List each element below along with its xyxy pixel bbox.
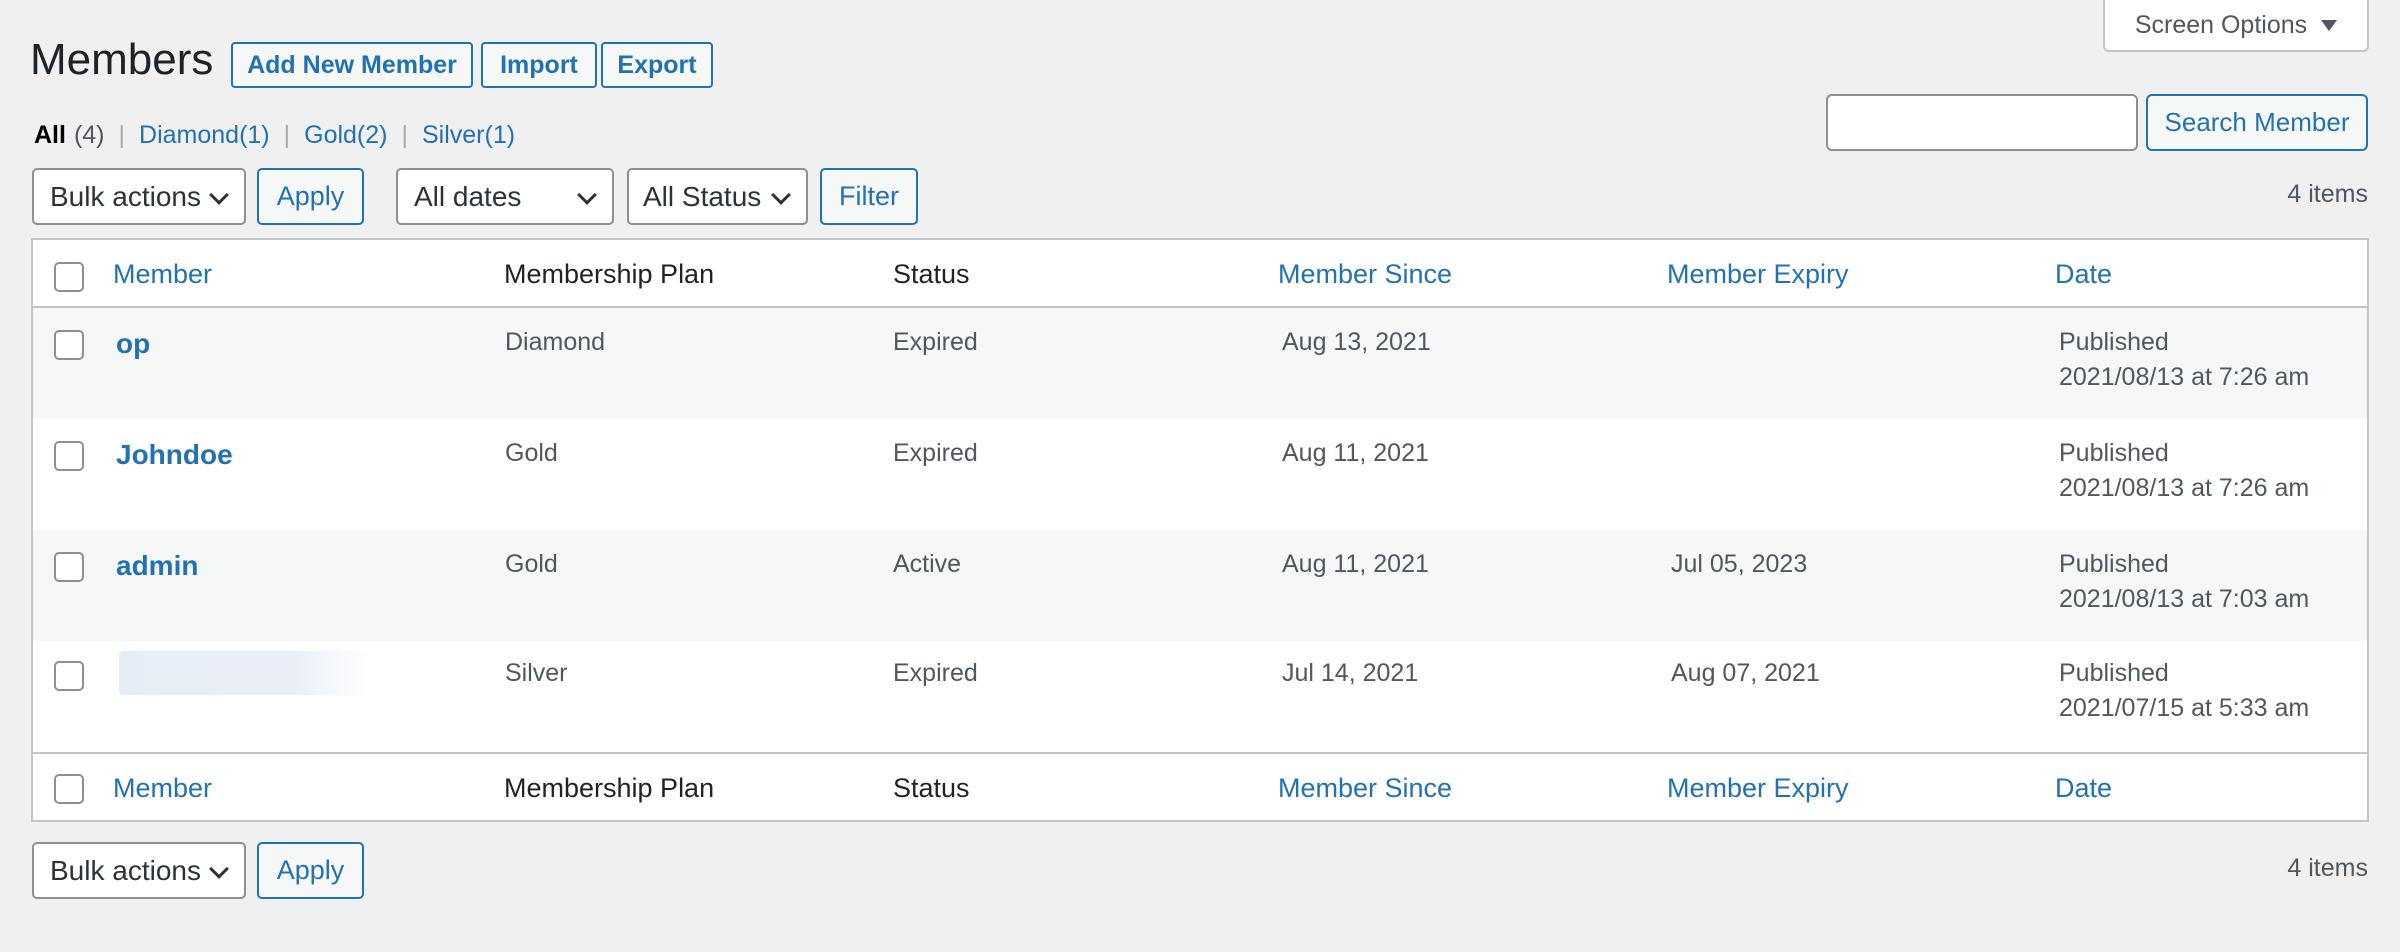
item-count-bottom: 4 items <box>2287 854 2368 882</box>
date-value-cell: 2021/08/13 at 7:26 am <box>2059 474 2310 502</box>
dates-filter-select[interactable]: All dates <box>396 168 614 225</box>
member-views: All (4) | Diamond(1) | Gold(2) | Silver(… <box>34 118 515 152</box>
date-value-cell: 2021/07/15 at 5:33 am <box>2059 694 2310 722</box>
table-header: Member Membership Plan Status Member Sin… <box>33 240 2367 308</box>
view-all-count: (4) <box>73 120 105 149</box>
column-member-expiry[interactable]: Member Expiry <box>1667 240 1849 308</box>
select-all-checkbox[interactable] <box>54 262 84 292</box>
view-separator: | <box>401 120 409 149</box>
table-row: op Diamond Expired Aug 13, 2021 Publishe… <box>33 308 2367 419</box>
row-checkbox[interactable] <box>54 441 84 471</box>
column-member[interactable]: Member <box>113 240 212 308</box>
view-gold[interactable]: Gold(2) <box>304 121 387 150</box>
date-value-cell: 2021/08/13 at 7:03 am <box>2059 585 2310 613</box>
select-all-checkbox-footer[interactable] <box>54 774 84 804</box>
table-row: Silver Expired Jul 14, 2021 Aug 07, 2021… <box>33 641 2367 752</box>
dates-filter-value: All dates <box>414 180 522 212</box>
member-name-link[interactable]: admin <box>116 550 198 582</box>
bulk-actions-select-bottom[interactable]: Bulk actions <box>32 842 246 899</box>
table-row: admin Gold Active Aug 11, 2021 Jul 05, 2… <box>33 530 2367 641</box>
bulk-actions-value: Bulk actions <box>50 180 201 212</box>
column-member-since[interactable]: Member Since <box>1278 754 1452 822</box>
view-silver[interactable]: Silver(1) <box>422 121 515 150</box>
column-date[interactable]: Date <box>2055 240 2112 308</box>
member-expiry-cell: Jul 05, 2023 <box>1671 550 1808 578</box>
table-footer: Member Membership Plan Status Member Sin… <box>33 752 2367 820</box>
member-since-cell: Jul 14, 2021 <box>1282 659 1419 687</box>
search-input[interactable] <box>1826 94 2138 151</box>
members-page: Members Add New Member Import Export Scr… <box>0 0 2400 952</box>
date-status-cell: Published <box>2059 659 2169 687</box>
import-button[interactable]: Import <box>481 42 597 88</box>
view-separator: | <box>283 120 291 149</box>
bulk-actions-value: Bulk actions <box>50 854 201 886</box>
caret-down-icon <box>2321 19 2338 31</box>
screen-options-toggle[interactable]: Screen Options <box>2103 0 2369 52</box>
column-status: Status <box>893 772 970 803</box>
apply-button-bottom[interactable]: Apply <box>257 842 364 899</box>
item-count: 4 items <box>2287 180 2368 208</box>
chevron-down-icon <box>209 185 229 205</box>
plan-cell: Diamond <box>505 328 606 356</box>
member-name-link[interactable]: Johndoe <box>116 439 233 471</box>
view-diamond[interactable]: Diamond(1) <box>139 121 270 150</box>
chevron-down-icon <box>209 859 229 879</box>
export-button[interactable]: Export <box>601 42 713 88</box>
member-since-cell: Aug 11, 2021 <box>1282 439 1429 467</box>
date-status-cell: Published <box>2059 328 2169 356</box>
date-status-cell: Published <box>2059 550 2169 578</box>
redacted-member-name <box>119 651 369 695</box>
status-cell: Active <box>893 550 962 578</box>
column-plan: Membership Plan <box>504 258 715 289</box>
filter-button[interactable]: Filter <box>820 168 918 225</box>
chevron-down-icon <box>771 185 791 205</box>
status-filter-value: All Status <box>643 180 762 212</box>
page-title: Members <box>30 35 214 84</box>
plan-cell: Gold <box>505 550 558 578</box>
row-checkbox[interactable] <box>54 661 84 691</box>
member-name-link[interactable]: op <box>116 328 150 360</box>
search-member-button[interactable]: Search Member <box>2146 94 2368 151</box>
status-filter-select[interactable]: All Status <box>627 168 808 225</box>
bulk-actions-select[interactable]: Bulk actions <box>32 168 246 225</box>
row-checkbox[interactable] <box>54 330 84 360</box>
date-value-cell: 2021/08/13 at 7:26 am <box>2059 363 2310 391</box>
date-status-cell: Published <box>2059 439 2169 467</box>
plan-cell: Gold <box>505 439 558 467</box>
plan-cell: Silver <box>505 659 568 687</box>
column-plan: Membership Plan <box>504 772 715 803</box>
column-member-since[interactable]: Member Since <box>1278 240 1452 308</box>
member-since-cell: Aug 13, 2021 <box>1282 328 1431 356</box>
status-cell: Expired <box>893 328 978 356</box>
column-member-expiry[interactable]: Member Expiry <box>1667 754 1849 822</box>
member-since-cell: Aug 11, 2021 <box>1282 550 1429 578</box>
screen-options-label: Screen Options <box>2134 10 2308 39</box>
view-separator: | <box>118 120 126 149</box>
chevron-down-icon <box>577 185 597 205</box>
members-table: Member Membership Plan Status Member Sin… <box>31 238 2369 822</box>
column-status: Status <box>893 258 970 289</box>
add-new-member-button[interactable]: Add New Member <box>231 42 473 88</box>
column-member[interactable]: Member <box>113 754 212 822</box>
view-all[interactable]: All <box>34 121 66 150</box>
status-cell: Expired <box>893 659 978 687</box>
table-row: Johndoe Gold Expired Aug 11, 2021 Publis… <box>33 419 2367 530</box>
status-cell: Expired <box>893 439 978 467</box>
member-expiry-cell: Aug 07, 2021 <box>1671 659 1820 687</box>
row-checkbox[interactable] <box>54 552 84 582</box>
column-date[interactable]: Date <box>2055 754 2112 822</box>
apply-button[interactable]: Apply <box>257 168 364 225</box>
